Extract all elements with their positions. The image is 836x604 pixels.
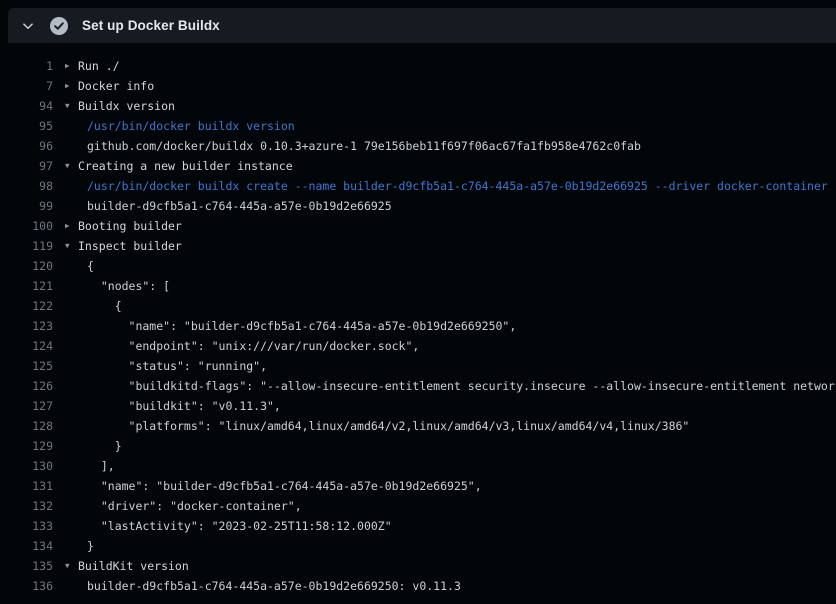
log-line: 128 "platforms": "linux/amd64,linux/amd6… xyxy=(0,416,836,436)
line-number[interactable]: 126 xyxy=(0,376,53,396)
triangle-right-icon[interactable]: ▶ xyxy=(65,56,76,76)
log-output-text: github.com/docker/buildx 0.10.3+azure-1 … xyxy=(87,136,641,156)
log-group-title: Run ./ xyxy=(78,56,120,76)
log-line: 124 "endpoint": "unix:///var/run/docker.… xyxy=(0,336,836,356)
log-output-text: "lastActivity": "2023-02-25T11:58:12.000… xyxy=(87,516,392,536)
log-line: 122 { xyxy=(0,296,836,316)
log-group-row[interactable]: 135 ▼BuildKit version xyxy=(0,556,836,576)
line-number[interactable]: 124 xyxy=(0,336,53,356)
line-number[interactable]: 132 xyxy=(0,496,53,516)
log-output-text: builder-d9cfb5a1-c764-445a-a57e-0b19d2e6… xyxy=(87,196,392,216)
log-line: 126 "buildkitd-flags": "--allow-insecure… xyxy=(0,376,836,396)
log-group-title: Inspect builder xyxy=(78,236,182,256)
log-group-row[interactable]: 7 ▶Docker info xyxy=(0,76,836,96)
chevron-down-icon[interactable] xyxy=(21,19,35,33)
line-number[interactable]: 1 xyxy=(0,56,53,76)
triangle-down-icon[interactable]: ▼ xyxy=(65,556,76,576)
log-group-row[interactable]: 97 ▼Creating a new builder instance xyxy=(0,156,836,176)
log-line: 129 } xyxy=(0,436,836,456)
actions-log-viewer: Set up Docker Buildx 1▶Run ./7▶Docker in… xyxy=(0,0,836,604)
log-line: 127 "buildkit": "v0.11.3", xyxy=(0,396,836,416)
log-output-text: "name": "builder-d9cfb5a1-c764-445a-a57e… xyxy=(87,316,516,336)
line-number[interactable]: 133 xyxy=(0,516,53,536)
log-output-text: } xyxy=(87,436,122,456)
log-line: 132 "driver": "docker-container", xyxy=(0,496,836,516)
log-group-title: Buildx version xyxy=(78,96,175,116)
log-line: 120 { xyxy=(0,256,836,276)
line-number[interactable]: 98 xyxy=(0,176,53,196)
triangle-down-icon[interactable]: ▼ xyxy=(65,156,76,176)
line-number[interactable]: 97 xyxy=(0,156,53,176)
log-line: 99 builder-d9cfb5a1-c764-445a-a57e-0b19d2… xyxy=(0,196,836,216)
line-number[interactable]: 127 xyxy=(0,396,53,416)
line-number[interactable]: 131 xyxy=(0,476,53,496)
line-number[interactable]: 100 xyxy=(0,216,53,236)
log-line: 95/usr/bin/docker buildx version xyxy=(0,116,836,136)
log-line: 125 "status": "running", xyxy=(0,356,836,376)
line-number[interactable]: 128 xyxy=(0,416,53,436)
line-number[interactable]: 120 xyxy=(0,256,53,276)
log-output-text: { xyxy=(87,256,94,276)
log-group-title: Booting builder xyxy=(78,216,182,236)
log-group-row[interactable]: 94 ▼Buildx version xyxy=(0,96,836,116)
line-number[interactable]: 125 xyxy=(0,356,53,376)
line-number[interactable]: 122 xyxy=(0,296,53,316)
log-line: 123 "name": "builder-d9cfb5a1-c764-445a-… xyxy=(0,316,836,336)
log-line: 130 ], xyxy=(0,456,836,476)
log-output-text: "buildkit": "v0.11.3", xyxy=(87,396,281,416)
log-output-text: "driver": "docker-container", xyxy=(87,496,302,516)
line-number[interactable]: 129 xyxy=(0,436,53,456)
line-number[interactable]: 130 xyxy=(0,456,53,476)
log-lines: 1▶Run ./7▶Docker info94▼Buildx version95… xyxy=(0,43,836,604)
log-output-text: builder-d9cfb5a1-c764-445a-a57e-0b19d2e6… xyxy=(87,576,461,596)
log-output-text: ], xyxy=(87,456,115,476)
log-line: 96 github.com/docker/buildx 0.10.3+azure-… xyxy=(0,136,836,156)
log-line: 121 "nodes": [ xyxy=(0,276,836,296)
log-output-text: "status": "running", xyxy=(87,356,267,376)
line-number[interactable]: 95 xyxy=(0,116,53,136)
line-number[interactable]: 134 xyxy=(0,536,53,556)
log-output-text: "nodes": [ xyxy=(87,276,170,296)
log-command-text: /usr/bin/docker buildx create --name bui… xyxy=(87,176,828,196)
line-number[interactable]: 99 xyxy=(0,196,53,216)
line-number[interactable]: 123 xyxy=(0,316,53,336)
log-output-text: { xyxy=(87,296,122,316)
log-group-row[interactable]: 100 ▶Booting builder xyxy=(0,216,836,236)
log-line: 134} xyxy=(0,536,836,556)
log-output-text: "endpoint": "unix:///var/run/docker.sock… xyxy=(87,336,419,356)
log-line: 136 builder-d9cfb5a1-c764-445a-a57e-0b19d… xyxy=(0,576,836,596)
log-output-text: } xyxy=(87,536,94,556)
step-title: Set up Docker Buildx xyxy=(82,18,220,33)
check-circle-icon xyxy=(50,17,68,35)
line-number[interactable]: 96 xyxy=(0,136,53,156)
log-group-row[interactable]: 1 ▶Run ./ xyxy=(0,56,836,76)
step-header[interactable]: Set up Docker Buildx xyxy=(8,8,836,43)
line-number[interactable]: 121 xyxy=(0,276,53,296)
triangle-down-icon[interactable]: ▼ xyxy=(65,236,76,256)
log-line: 98/usr/bin/docker buildx create --name b… xyxy=(0,176,836,196)
log-group-title: Creating a new builder instance xyxy=(78,156,293,176)
log-group-row[interactable]: 119 ▼Inspect builder xyxy=(0,236,836,256)
triangle-right-icon[interactable]: ▶ xyxy=(65,216,76,236)
line-number[interactable]: 94 xyxy=(0,96,53,116)
line-number[interactable]: 136 xyxy=(0,576,53,596)
line-number[interactable]: 7 xyxy=(0,76,53,96)
line-number[interactable]: 119 xyxy=(0,236,53,256)
log-output-text: "buildkitd-flags": "--allow-insecure-ent… xyxy=(87,376,836,396)
line-number[interactable]: 135 xyxy=(0,556,53,576)
log-group-title: Docker info xyxy=(78,76,154,96)
log-line: 131 "name": "builder-d9cfb5a1-c764-445a-… xyxy=(0,476,836,496)
log-output-text: "platforms": "linux/amd64,linux/amd64/v2… xyxy=(87,416,689,436)
log-output-text: "name": "builder-d9cfb5a1-c764-445a-a57e… xyxy=(87,476,482,496)
log-group-title: BuildKit version xyxy=(78,556,189,576)
log-line: 133 "lastActivity": "2023-02-25T11:58:12… xyxy=(0,516,836,536)
triangle-down-icon[interactable]: ▼ xyxy=(65,96,76,116)
log-command-text: /usr/bin/docker buildx version xyxy=(87,116,295,136)
triangle-right-icon[interactable]: ▶ xyxy=(65,76,76,96)
